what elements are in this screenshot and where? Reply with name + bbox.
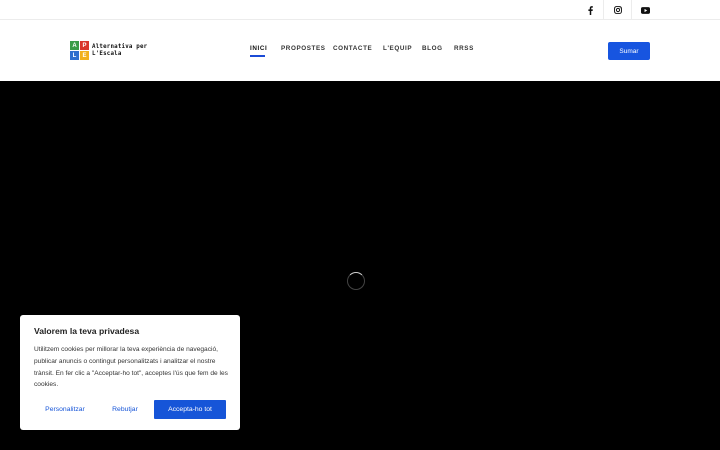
youtube-icon xyxy=(641,6,650,14)
youtube-link[interactable] xyxy=(631,0,659,20)
reject-cookies-button[interactable]: Rebutjar xyxy=(104,400,146,419)
social-bar xyxy=(0,0,720,20)
sumar-button[interactable]: Sumar xyxy=(608,42,650,60)
cookie-consent-dialog: Valorem la teva privadesa Utilitzem cook… xyxy=(20,315,240,430)
facebook-icon xyxy=(587,5,593,15)
site-header: A P L E Alternativa per L'Escala INICI P… xyxy=(0,20,720,81)
cookie-title: Valorem la teva privadesa xyxy=(34,326,140,336)
nav-item-propostes[interactable]: PROPOSTES xyxy=(281,45,326,52)
loading-spinner-icon xyxy=(347,272,365,290)
logo-line-1: Alternativa per xyxy=(92,44,148,50)
instagram-icon xyxy=(613,6,622,14)
facebook-link[interactable] xyxy=(576,0,604,20)
logo-mark: A P L E xyxy=(70,41,89,60)
instagram-link[interactable] xyxy=(603,0,631,20)
logo-line-2: L'Escala xyxy=(92,50,122,57)
cookie-description: Utilitzem cookies per millorar la teva e… xyxy=(34,346,228,389)
site-logo[interactable]: A P L E Alternativa per L'Escala xyxy=(70,41,147,60)
customize-cookies-button[interactable]: Personalitzar xyxy=(34,400,96,419)
accept-all-cookies-button[interactable]: Accepta-ho tot xyxy=(154,400,226,419)
nav-item-contacte[interactable]: CONTACTE xyxy=(333,45,372,52)
active-nav-indicator xyxy=(250,55,265,57)
nav-item-lequip[interactable]: L'EQUIP xyxy=(383,45,412,52)
nav-item-rrss[interactable]: RRSS xyxy=(454,45,474,52)
nav-item-inici[interactable]: INICI xyxy=(250,45,267,52)
logo-text: Alternativa per L'Escala xyxy=(92,44,147,57)
nav-item-blog[interactable]: BLOG xyxy=(422,45,443,52)
